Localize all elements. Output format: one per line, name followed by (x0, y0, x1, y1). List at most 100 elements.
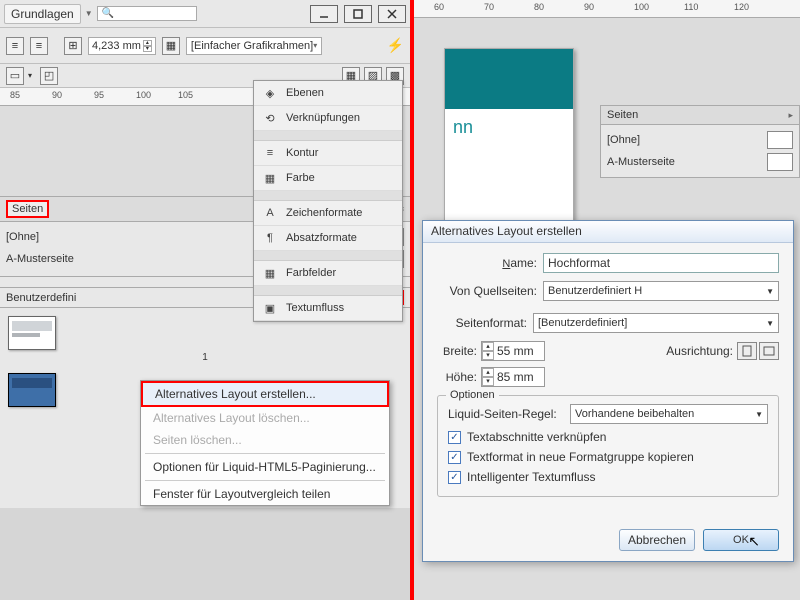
orientation-landscape-button[interactable] (759, 342, 779, 360)
liquid-rule-label: Liquid-Seiten-Regel: (448, 407, 564, 421)
master-none-label: [Ohne] (6, 231, 39, 243)
document-page[interactable]: nn (444, 48, 574, 228)
ok-button[interactable]: OK ↖ (703, 529, 779, 551)
spin-up-icon[interactable]: ▴ (482, 368, 494, 377)
panel-charstyles[interactable]: AZeichenformate (254, 201, 402, 226)
liquid-rule-combo[interactable]: Vorhandene beibehalten ▼ (570, 404, 768, 424)
source-pages-combo[interactable]: Benutzerdefiniert H ▼ (543, 281, 779, 301)
annotation-divider (410, 0, 414, 600)
page-format-label: Seitenformat: (437, 316, 527, 330)
page-format-value: [Benutzerdefiniert] (538, 317, 627, 329)
orientation-label: Ausrichtung: (666, 344, 733, 358)
cb-copy-textstyles[interactable]: ✓ (448, 451, 461, 464)
chevron-down-icon: ▾ (313, 41, 317, 50)
cb-link-stories[interactable]: ✓ (448, 431, 461, 444)
panel-links[interactable]: ⟲Verknüpfungen (254, 106, 402, 131)
text-wrap-icon-2[interactable]: ≡ (30, 37, 48, 55)
panel-color[interactable]: ▦Farbe (254, 166, 402, 191)
ctx-delete-pages: Seiten löschen... (141, 429, 389, 451)
dialog-title: Alternatives Layout erstellen (423, 221, 793, 243)
doc-header-block (445, 49, 573, 109)
spin-down-icon[interactable]: ▾ (482, 377, 494, 386)
height-input[interactable]: ▴▾ (481, 367, 545, 387)
name-input[interactable] (543, 253, 779, 273)
pages-panel-right: Seiten ▸ [Ohne] A-Musterseite (600, 105, 800, 178)
titlebar: Grundlagen ▼ 🔍 (0, 0, 410, 28)
page-thumb-1[interactable]: 1 (8, 316, 402, 363)
pages-tab-right[interactable]: Seiten (607, 109, 638, 121)
master-none-thumb-r[interactable] (767, 131, 793, 149)
ruler-horizontal-right: 60 70 80 90 100 110 120 (414, 0, 800, 18)
pages-panel-header-right[interactable]: Seiten ▸ (601, 106, 799, 125)
source-pages-value: Benutzerdefiniert H (548, 285, 642, 297)
width-value[interactable] (494, 342, 544, 360)
ctx-split-window[interactable]: Fenster für Layoutvergleich teilen (141, 483, 389, 505)
doc-headline: nn (445, 109, 573, 138)
panel-menu-icon[interactable]: ▸ (788, 110, 793, 121)
thumb-label-1: 1 (8, 352, 402, 363)
ctx-liquid-options[interactable]: Optionen für Liquid-HTML5-Paginierung... (141, 456, 389, 478)
height-value[interactable] (494, 368, 544, 386)
master-a-thumb-r[interactable] (767, 153, 793, 171)
chevron-down-icon[interactable]: ▼ (85, 9, 93, 18)
master-a-row-r[interactable]: A-Musterseite (607, 151, 793, 173)
master-none-label-r: [Ohne] (607, 134, 640, 146)
minimize-button[interactable] (310, 5, 338, 23)
color-icon: ▦ (262, 171, 278, 185)
width-input[interactable]: ▴▾ (481, 341, 545, 361)
parastyle-icon: ¶ (262, 231, 278, 245)
links-icon: ⟲ (262, 111, 278, 125)
maximize-button[interactable] (344, 5, 372, 23)
master-a-label: A-Musterseite (6, 253, 74, 265)
cb-smart-reflow-label: Intelligenter Textumfluss (467, 470, 596, 484)
create-alt-layout-dialog: Alternatives Layout erstellen Name: Von … (422, 220, 794, 562)
chevron-down-icon: ▼ (766, 319, 774, 328)
spin-down-icon[interactable]: ▾ (482, 351, 494, 360)
measure-input[interactable]: 4,233 mm ▴▾ (88, 37, 156, 55)
master-a-label-r: A-Musterseite (607, 156, 675, 168)
lightning-icon[interactable]: ⚡ (387, 37, 404, 54)
layout-context-menu: Alternatives Layout erstellen... Alterna… (140, 380, 390, 506)
ctx-create-alt-layout[interactable]: Alternatives Layout erstellen... (141, 381, 389, 407)
text-wrap-icon[interactable]: ≡ (6, 37, 24, 55)
cancel-button[interactable]: Abbrechen (619, 529, 695, 551)
charstyle-icon: A (262, 206, 278, 220)
frame-type-icon[interactable]: ▦ (162, 37, 180, 55)
orientation-portrait-button[interactable] (737, 342, 757, 360)
options-legend: Optionen (446, 389, 499, 401)
measure-value: 4,233 mm (92, 40, 141, 52)
workspace-selector[interactable]: Grundlagen (4, 4, 81, 24)
spin-down-icon[interactable]: ▾ (143, 46, 152, 52)
cb-link-stories-label: Textabschnitte verknüpfen (467, 430, 606, 444)
frame-combo-value: [Einfacher Grafikrahmen] (191, 40, 313, 52)
panel-swatches[interactable]: ▦Farbfelder (254, 261, 402, 286)
panel-stroke[interactable]: ≡Kontur (254, 141, 402, 166)
panel-textwrap[interactable]: ▣Textumfluss (254, 296, 402, 321)
spin-up-icon[interactable]: ▴ (482, 342, 494, 351)
page-format-combo[interactable]: [Benutzerdefiniert] ▼ (533, 313, 779, 333)
control-toolbar: ≡ ≡ ⊞ 4,233 mm ▴▾ ▦ [Einfacher Grafikrah… (0, 28, 410, 64)
cb-smart-reflow[interactable]: ✓ (448, 471, 461, 484)
close-button[interactable] (378, 5, 406, 23)
cb-copy-textstyles-label: Textformat in neue Formatgruppe kopieren (467, 450, 694, 464)
search-icon: 🔍 (102, 8, 114, 19)
stroke-icon[interactable]: ▭ (6, 67, 24, 85)
search-input[interactable]: 🔍 (97, 6, 197, 21)
frame-fit-icon[interactable]: ⊞ (64, 37, 82, 55)
swatches-icon: ▦ (262, 266, 278, 280)
pages-tab[interactable]: Seiten (6, 200, 49, 218)
panel-parastyles[interactable]: ¶Absatzformate (254, 226, 402, 251)
master-none-row-r[interactable]: [Ohne] (607, 129, 793, 151)
chevron-down-icon: ▼ (755, 410, 763, 419)
textwrap-icon: ▣ (262, 301, 278, 315)
layers-icon: ◈ (262, 86, 278, 100)
width-label: Breite: (437, 344, 477, 358)
source-pages-label: Von Quellseiten: (437, 284, 537, 298)
ctx-delete-alt-layout: Alternatives Layout löschen... (141, 407, 389, 429)
corner-icon[interactable]: ◰ (40, 67, 58, 85)
frame-combo[interactable]: [Einfacher Grafikrahmen] ▾ (186, 37, 322, 55)
name-label: Name: (437, 256, 537, 270)
panel-layers[interactable]: ◈Ebenen (254, 81, 402, 106)
stroke-icon: ≡ (262, 146, 278, 160)
height-label: Höhe: (437, 370, 477, 384)
